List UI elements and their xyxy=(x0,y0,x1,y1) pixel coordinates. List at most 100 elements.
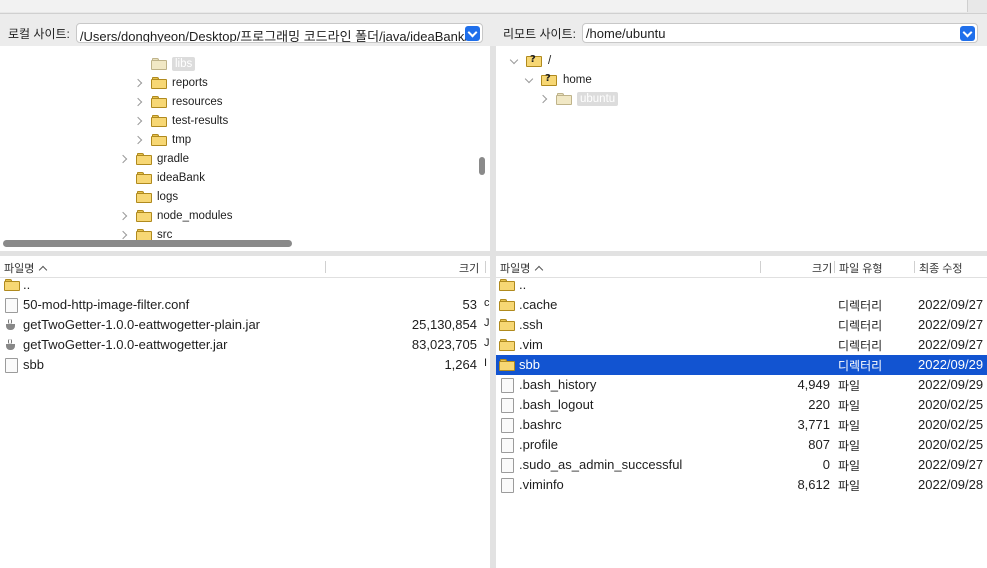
folder-icon-body xyxy=(151,135,167,146)
tree-node[interactable]: logs xyxy=(120,187,178,206)
local-tree-hscrollbar[interactable] xyxy=(3,240,292,247)
chevron-right-icon[interactable] xyxy=(540,95,548,103)
chevron-down-icon[interactable] xyxy=(464,26,480,41)
column-divider[interactable] xyxy=(485,261,486,273)
file-type: 파일 xyxy=(838,439,861,453)
remote-path-combobox[interactable]: /home/ubuntu xyxy=(581,23,978,43)
local-site-label: 로컬 사이트: xyxy=(8,26,70,41)
chevron-right-icon[interactable] xyxy=(135,117,143,125)
chevron-down-icon[interactable] xyxy=(959,26,975,41)
column-header-modified[interactable]: 최종 수정 xyxy=(919,260,963,276)
file-type-truncated: I xyxy=(484,357,488,369)
column-divider[interactable] xyxy=(834,261,835,273)
local-tree-vscrollbar[interactable] xyxy=(479,157,485,175)
tree-node[interactable]: tmp xyxy=(135,130,191,149)
file-name: .sudo_as_admin_successful xyxy=(519,457,683,472)
file-type: 파일 xyxy=(838,399,861,413)
chevron-right-icon[interactable] xyxy=(120,231,128,239)
tree-node[interactable]: ? home xyxy=(525,70,592,89)
local-path-combobox[interactable]: /Users/donghyeon/Desktop/프로그래밍 코드라인 폴더/j… xyxy=(75,23,483,43)
file-modified: 2022/09/28 xyxy=(918,477,984,492)
pane-splitter[interactable] xyxy=(490,46,496,568)
column-divider[interactable] xyxy=(325,261,326,273)
table-row[interactable]: .cache 디렉터리 2022/09/27 xyxy=(496,295,987,315)
tree-node[interactable]: libs xyxy=(135,54,196,73)
column-divider[interactable] xyxy=(914,261,915,273)
table-row[interactable]: getTwoGetter-1.0.0-eattwogetter-plain.ja… xyxy=(0,315,490,335)
table-row[interactable]: .profile 807 파일 2020/02/25 xyxy=(496,435,987,455)
folder-icon-body xyxy=(136,211,152,222)
table-row[interactable]: 50-mod-http-image-filter.conf 53 c xyxy=(0,295,490,315)
file-icon xyxy=(501,418,514,433)
file-icon xyxy=(501,458,514,473)
java-cup xyxy=(6,344,15,350)
folder-icon-body xyxy=(151,78,167,89)
java-archive-icon xyxy=(5,319,17,331)
tree-node[interactable]: ideaBank xyxy=(120,168,205,187)
column-header-type[interactable]: 파일 유형 xyxy=(839,260,883,276)
file-icon xyxy=(501,478,514,493)
table-row[interactable]: .sudo_as_admin_successful 0 파일 2022/09/27 xyxy=(496,455,987,475)
file-size: 3,771 xyxy=(797,417,830,432)
file-type: 파일 xyxy=(838,379,861,393)
chevron-right-icon[interactable] xyxy=(135,98,143,106)
file-icon xyxy=(5,358,18,373)
folder-icon xyxy=(151,114,167,127)
chevron-down-icon[interactable] xyxy=(525,76,533,84)
column-divider[interactable] xyxy=(760,261,761,273)
file-modified: 2020/02/25 xyxy=(918,417,984,432)
file-name: sbb xyxy=(519,357,540,372)
table-row[interactable]: .bash_logout 220 파일 2020/02/25 xyxy=(496,395,987,415)
table-row[interactable]: .. xyxy=(0,275,490,295)
file-size: 83,023,705 xyxy=(411,337,477,352)
tree-node[interactable]: resources xyxy=(135,92,223,111)
chevron-right-icon[interactable] xyxy=(120,212,128,220)
unknown-folder-icon: ? xyxy=(526,54,542,68)
table-row[interactable]: getTwoGetter-1.0.0-eattwogetter.jar 83,02… xyxy=(0,335,490,355)
tree-node[interactable]: ? / xyxy=(510,51,551,70)
chevron-right-icon[interactable] xyxy=(135,136,143,144)
file-name: 50-mod-http-image-filter.conf xyxy=(23,297,190,312)
file-name: .cache xyxy=(519,297,558,312)
tree-node[interactable]: test-results xyxy=(135,111,228,130)
file-name: sbb xyxy=(23,357,44,372)
tree-node[interactable]: ubuntu xyxy=(540,89,619,108)
table-row[interactable]: .ssh 디렉터리 2022/09/27 xyxy=(496,315,987,335)
tree-node[interactable]: gradle xyxy=(120,149,189,168)
table-row[interactable]: sbb 디렉터리 2022/09/29 xyxy=(496,355,987,375)
tree-node[interactable]: reports xyxy=(135,73,208,92)
column-header-name[interactable]: 파일명 xyxy=(4,260,48,276)
tree-node-label: node_modules xyxy=(157,209,233,222)
pane-splitter-horizontal[interactable] xyxy=(0,251,987,256)
table-row[interactable]: .bash_history 4,949 파일 2022/09/29 xyxy=(496,375,987,395)
folder-icon-body xyxy=(499,341,515,351)
folder-icon xyxy=(151,57,167,70)
file-name: .profile xyxy=(519,437,559,452)
folder-icon-body xyxy=(136,154,152,165)
file-icon xyxy=(501,398,514,413)
column-header-name[interactable]: 파일명 xyxy=(500,260,544,276)
file-name: .viminfo xyxy=(519,477,564,492)
file-type: 파일 xyxy=(838,459,861,473)
file-modified: 2022/09/27 xyxy=(918,297,984,312)
table-row[interactable]: .viminfo 8,612 파일 2022/09/28 xyxy=(496,475,987,495)
table-row[interactable]: sbb 1,264 I xyxy=(0,355,490,375)
chevron-right-icon[interactable] xyxy=(135,79,143,87)
tree-node-label: / xyxy=(548,54,552,67)
file-size: 8,612 xyxy=(797,477,830,492)
tree-node-label: ideaBank xyxy=(157,171,205,184)
table-row[interactable]: .. xyxy=(496,275,987,295)
table-row[interactable]: .vim 디렉터리 2022/09/27 xyxy=(496,335,987,355)
column-header-size[interactable]: 크기 xyxy=(459,260,479,276)
folder-icon xyxy=(499,279,515,291)
column-header-size[interactable]: 크기 xyxy=(812,260,832,276)
folder-icon-body xyxy=(499,301,515,311)
chevron-right-icon[interactable] xyxy=(120,155,128,163)
chevron-down-icon[interactable] xyxy=(510,57,518,65)
file-size: 4,949 xyxy=(797,377,830,392)
remote-file-list: 파일명 크기 파일 유형 최종 수정 .. .cache 디렉터리 2022/09/2… xyxy=(496,256,987,568)
file-modified: 2022/09/27 xyxy=(918,337,984,352)
file-name: .vim xyxy=(519,337,543,352)
table-row[interactable]: .bashrc 3,771 파일 2020/02/25 xyxy=(496,415,987,435)
tree-node[interactable]: node_modules xyxy=(120,206,232,225)
